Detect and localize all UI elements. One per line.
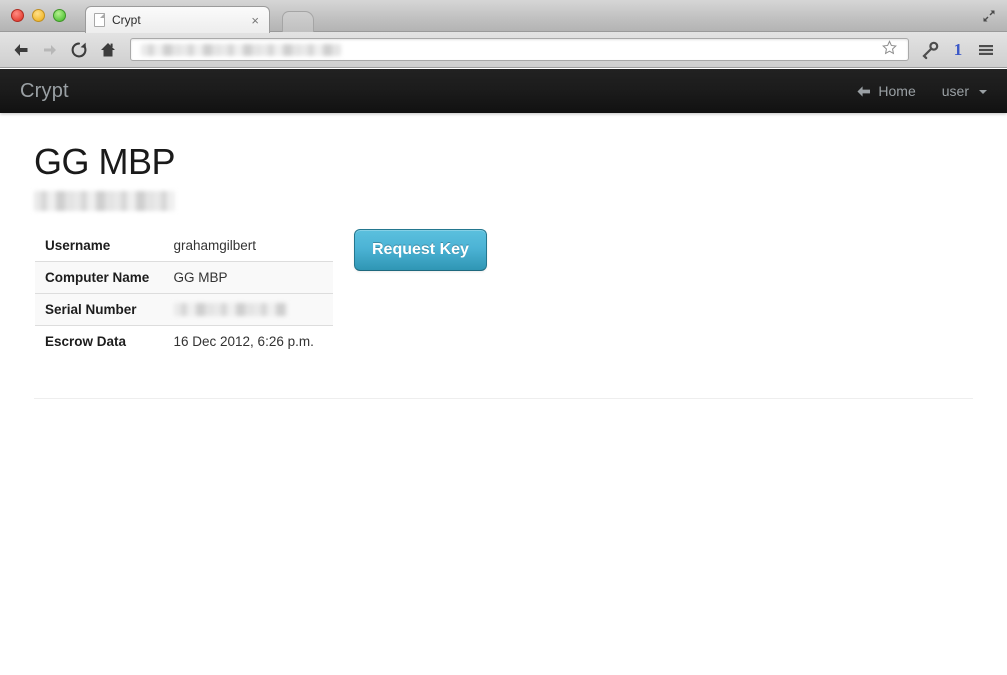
close-window-button[interactable]	[11, 9, 24, 22]
table-row: Serial Number	[35, 293, 333, 326]
details-row: Username grahamgilbert Computer Name GG …	[34, 229, 987, 358]
row-label: Computer Name	[35, 261, 164, 294]
address-bar[interactable]	[130, 38, 909, 61]
table-row: Username grahamgilbert	[35, 230, 333, 262]
navbar-right: Home user	[856, 83, 987, 99]
row-label: Username	[45, 238, 111, 253]
close-icon[interactable]: ×	[249, 14, 261, 27]
page-subtitle-redacted	[34, 191, 175, 211]
page-icon	[94, 13, 105, 27]
page-viewport: Crypt Home user GG MBP Username grahamgi…	[0, 69, 1007, 675]
browser-tab[interactable]: Crypt ×	[85, 6, 270, 33]
zoom-window-button[interactable]	[53, 9, 66, 22]
minimize-window-button[interactable]	[32, 9, 45, 22]
new-tab-icon[interactable]	[282, 11, 314, 32]
tab-title: Crypt	[112, 13, 141, 27]
caret-down-icon	[979, 90, 987, 94]
nav-home-label: Home	[878, 83, 916, 99]
row-value: grahamgilbert	[173, 238, 257, 253]
row-value: GG MBP	[163, 261, 333, 294]
row-label: Escrow Data	[35, 325, 164, 357]
browser-toolbar: 1	[0, 32, 1007, 68]
row-value-redacted	[163, 293, 333, 326]
site-navbar: Crypt Home user	[0, 69, 1007, 113]
reload-icon[interactable]	[66, 37, 92, 63]
hamburger-menu-icon[interactable]	[973, 37, 999, 63]
serial-number-redacted	[173, 303, 287, 316]
browser-titlebar: Crypt ×	[0, 0, 1007, 33]
request-key-button[interactable]: Request Key	[354, 229, 487, 271]
footer-divider	[34, 398, 973, 399]
fullscreen-expand-icon[interactable]	[977, 4, 1001, 28]
page-content: GG MBP Username grahamgilbert Computer N…	[0, 141, 1007, 399]
row-value: 16 Dec 2012, 6:26 p.m.	[163, 325, 333, 357]
row-label: Serial Number	[35, 293, 164, 326]
home-icon[interactable]	[95, 37, 121, 63]
nav-user-label: user	[941, 83, 969, 99]
table-row: Computer Name GG MBP	[35, 261, 333, 294]
nav-user-dropdown[interactable]: user	[942, 83, 987, 99]
window-traffic-lights	[11, 9, 66, 22]
extension-badge[interactable]: 1	[945, 37, 971, 63]
table-row: Escrow Data 16 Dec 2012, 6:26 p.m.	[35, 325, 333, 357]
back-arrow-icon[interactable]	[8, 37, 34, 63]
brand-logo[interactable]: Crypt	[20, 80, 69, 103]
browser-window: Crypt × 1 Crypt Home user GG MBP Usernam…	[0, 0, 1007, 675]
nav-home-link[interactable]: Home	[856, 83, 916, 99]
page-title: GG MBP	[34, 141, 176, 182]
star-icon[interactable]	[877, 39, 902, 61]
machine-details-table: Username grahamgilbert Computer Name GG …	[34, 229, 334, 358]
arrow-left-icon	[857, 85, 871, 97]
key-icon[interactable]	[917, 37, 943, 63]
forward-arrow-icon	[37, 37, 63, 63]
address-redacted-value	[141, 43, 341, 56]
